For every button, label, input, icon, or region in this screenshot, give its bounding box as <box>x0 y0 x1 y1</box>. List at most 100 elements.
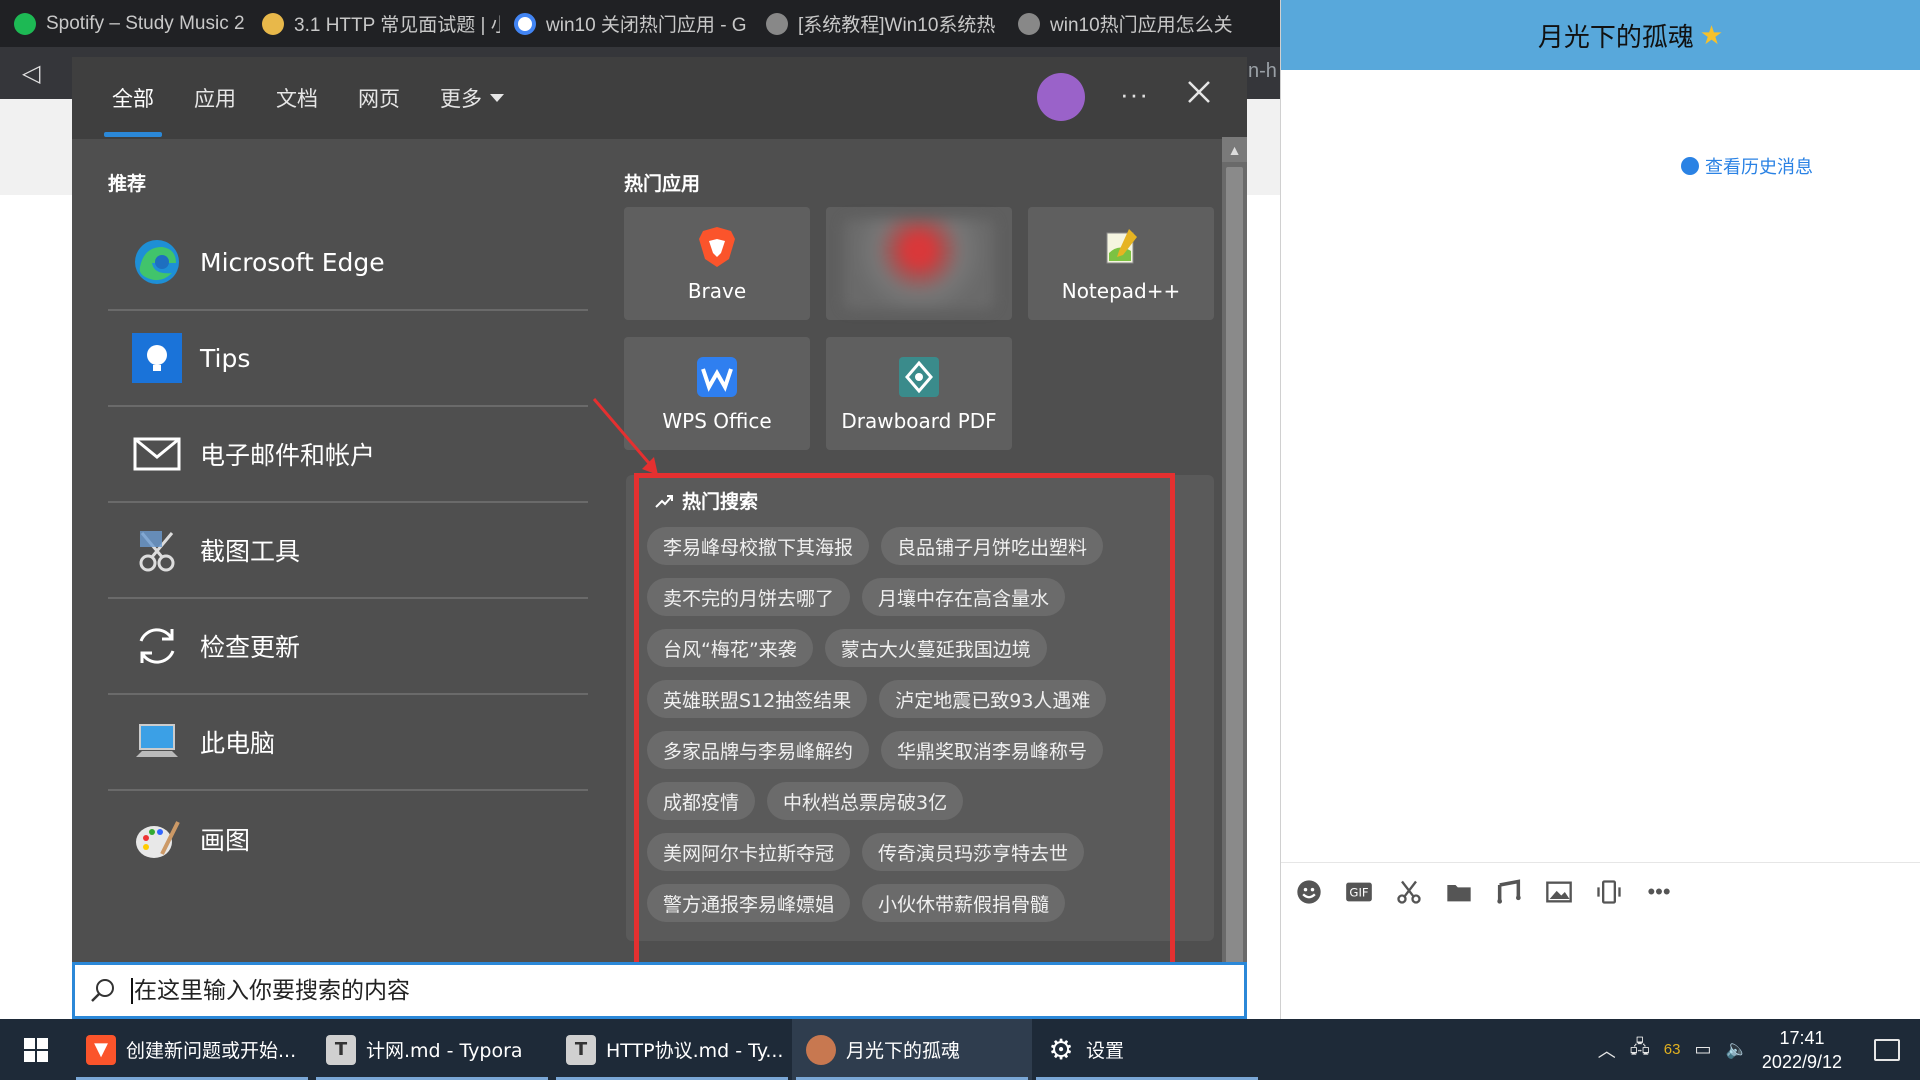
svg-text:GIF: GIF <box>1349 886 1368 900</box>
taskbar-item-typora[interactable]: T 计网.md - Typora <box>312 1019 552 1080</box>
system-tray: ︿ 🖧 63 ▭ 🔈 17:41 2022/9/12 <box>1598 1019 1920 1080</box>
taskbar-item-brave[interactable]: ▼ 创建新问题或开始... <box>72 1019 312 1080</box>
scissors-icon[interactable] <box>1393 876 1425 908</box>
snipping-tool-icon <box>132 525 182 575</box>
tab-documents[interactable]: 文档 <box>256 57 338 139</box>
avatar[interactable] <box>1037 73 1085 121</box>
search-panel: 全部 应用 文档 网页 更多 ··· 推荐 Microsoft Edge Tip… <box>72 57 1247 1019</box>
chat-title: 月光下的孤魂 <box>1537 22 1694 53</box>
search-icon <box>91 978 114 1002</box>
recommend-item-update[interactable]: 检查更新 <box>108 599 588 695</box>
recommend-item-label: 此电脑 <box>200 729 276 758</box>
browser-tab[interactable]: Spotify – Study Music 2 <box>0 0 248 47</box>
taskbar-item-label: 设置 <box>1086 1040 1125 1062</box>
start-button[interactable] <box>0 1019 72 1080</box>
back-arrow-icon[interactable]: ◁ <box>22 59 40 88</box>
tray-counter[interactable]: 63 <box>1664 1041 1681 1058</box>
taskbar-item-typora[interactable]: T HTTP协议.md - Ty... <box>552 1019 792 1080</box>
gif-icon[interactable]: GIF <box>1343 876 1375 908</box>
panel-scrollbar[interactable]: ▲ ▼ <box>1222 137 1247 1017</box>
taskbar-item-label: HTTP协议.md - Ty... <box>606 1040 784 1062</box>
search-bar[interactable] <box>72 962 1247 1019</box>
taskbar-item-label: 月光下的孤魂 <box>846 1040 961 1062</box>
music-icon[interactable] <box>1493 876 1525 908</box>
address-bar-fragment[interactable]: n-h <box>1248 60 1277 83</box>
browser-tab-title: Spotify – Study Music 2 <box>46 12 245 34</box>
app-tile-blurred[interactable] <box>826 207 1012 320</box>
close-icon[interactable] <box>1184 77 1214 107</box>
chevron-up-icon[interactable]: ︿ <box>1598 1037 1616 1063</box>
browser-tab[interactable]: win10热门应用怎么关 <box>1004 0 1254 47</box>
globe-icon <box>766 12 788 35</box>
google-icon <box>514 12 536 35</box>
recommend-item-label: 画图 <box>200 826 251 855</box>
star-badge-icon: ★ <box>1699 19 1724 50</box>
mail-icon <box>132 429 182 479</box>
annotation-highlight-box <box>634 473 1175 1001</box>
clock[interactable]: 17:41 2022/9/12 <box>1762 1026 1842 1074</box>
app-tile-brave[interactable]: Brave <box>624 207 810 320</box>
site-icon <box>262 12 284 35</box>
recommend-title: 推荐 <box>108 173 147 195</box>
recommend-item-label: 检查更新 <box>200 633 301 662</box>
tab-apps[interactable]: 应用 <box>174 57 256 139</box>
shake-icon[interactable] <box>1593 876 1625 908</box>
brave-icon: ▼ <box>86 1034 116 1065</box>
browser-tab[interactable]: 3.1 HTTP 常见面试题 | 小 <box>248 0 500 47</box>
clock-icon <box>1681 157 1699 175</box>
app-tile-notepadpp[interactable]: Notepad++ <box>1028 207 1214 320</box>
app-tile-drawboard[interactable]: Drawboard PDF <box>826 337 1012 450</box>
search-input[interactable] <box>134 977 1134 1004</box>
folder-icon[interactable] <box>1443 876 1475 908</box>
scroll-up-icon[interactable]: ▲ <box>1222 137 1247 162</box>
recommend-item-label: Tips <box>200 343 251 373</box>
more-options-icon[interactable]: ••• <box>1643 876 1675 908</box>
image-icon[interactable] <box>1543 876 1575 908</box>
app-tile-label: WPS Office <box>662 408 772 433</box>
typora-icon: T <box>326 1034 356 1065</box>
recommend-item-label: Microsoft Edge <box>200 247 385 277</box>
app-tile-label: Brave <box>687 278 747 303</box>
browser-tab[interactable]: [系统教程]Win10系统热 <box>752 0 1004 47</box>
browser-tab-title: [系统教程]Win10系统热 <box>798 15 996 36</box>
notification-icon[interactable] <box>1874 1038 1900 1061</box>
panel-header: 全部 应用 文档 网页 更多 ··· <box>72 57 1247 139</box>
browser-tab[interactable]: win10 关闭热门应用 - G <box>500 0 752 47</box>
computer-icon <box>132 717 182 767</box>
emoji-icon[interactable] <box>1293 876 1325 908</box>
gear-icon: ⚙ <box>1048 1033 1074 1066</box>
recommend-item-mail[interactable]: 电子邮件和帐户 <box>108 407 588 503</box>
globe-icon <box>1018 12 1040 35</box>
recommend-item-edge[interactable]: Microsoft Edge <box>108 215 588 311</box>
recommend-item-tips[interactable]: Tips <box>108 311 588 407</box>
browser-tab-strip: Spotify – Study Music 2 3.1 HTTP 常见面试题 |… <box>0 0 1280 47</box>
typora-icon: T <box>566 1034 596 1065</box>
chevron-down-icon <box>490 94 504 102</box>
taskbar-item-settings[interactable]: ⚙ 设置 <box>1032 1019 1262 1080</box>
taskbar-item-chat[interactable]: 月光下的孤魂 <box>792 1019 1032 1080</box>
drawboard-icon <box>897 355 941 399</box>
taskbar-item-label: 创建新问题或开始... <box>126 1040 297 1062</box>
chat-divider <box>1281 862 1920 863</box>
ellipsis-icon[interactable]: ··· <box>1120 79 1149 110</box>
spotify-icon <box>14 12 36 35</box>
recommend-item-snipping[interactable]: 截图工具 <box>108 503 588 599</box>
recommend-item-computer[interactable]: 此电脑 <box>108 695 588 791</box>
battery-icon[interactable]: ▭ <box>1694 1039 1711 1060</box>
history-link-label: 查看历史消息 <box>1705 157 1813 178</box>
chat-toolbar: GIF ••• <box>1293 876 1675 908</box>
tab-all[interactable]: 全部 <box>92 57 174 139</box>
recommend-item-label: 截图工具 <box>200 537 301 566</box>
browser-tab-title: 3.1 HTTP 常见面试题 | 小 <box>294 15 500 36</box>
scroll-thumb[interactable] <box>1226 167 1243 987</box>
network-icon[interactable]: 🖧 <box>1630 1035 1650 1065</box>
tab-web[interactable]: 网页 <box>338 57 420 139</box>
recommend-item-paint[interactable]: 画图 <box>108 791 588 887</box>
notepad-plus-icon <box>1099 225 1143 269</box>
view-history-link[interactable]: 查看历史消息 <box>1681 153 1813 179</box>
browser-tab-title: win10 关闭热门应用 - G <box>546 15 747 36</box>
tab-more-label: 更多 <box>440 87 482 111</box>
volume-icon[interactable]: 🔈 <box>1726 1039 1748 1060</box>
tab-more[interactable]: 更多 <box>420 57 524 139</box>
chat-avatar-icon <box>806 1034 836 1065</box>
